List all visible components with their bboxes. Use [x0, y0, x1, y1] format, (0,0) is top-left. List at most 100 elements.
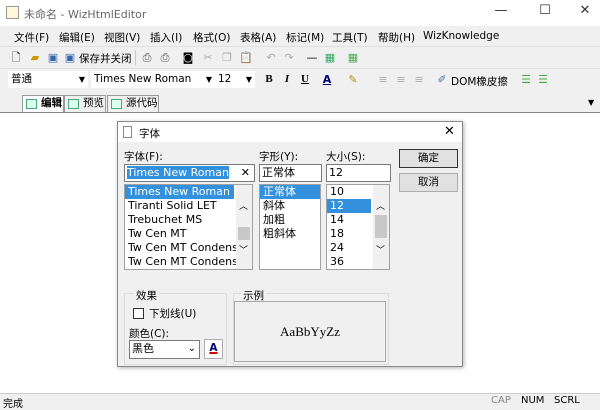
- save-close-button[interactable]: 保存并关闭: [79, 51, 132, 66]
- open-icon[interactable]: ▰: [27, 50, 43, 65]
- font-color-button[interactable]: A: [319, 72, 335, 87]
- list-item[interactable]: Tw Cen MT Condensed: [125, 255, 252, 269]
- scroll-down-icon[interactable]: ﹀: [239, 243, 248, 256]
- color-value: 黑色: [132, 342, 154, 355]
- scroll-down-icon[interactable]: ﹀: [376, 243, 385, 256]
- print-preview-icon[interactable]: ⎙: [157, 50, 173, 65]
- undo-icon[interactable]: ↶: [263, 50, 279, 65]
- toolbar-format: 普通 ▼ Times New Roman ▼ 12 ▼ B I U A ✎ ≡ ≡ ≡…: [0, 68, 600, 92]
- tab-preview[interactable]: 预览: [64, 95, 106, 112]
- cap-indicator: CAP: [491, 395, 511, 406]
- table-icon[interactable]: ▦: [345, 50, 361, 65]
- dom-eraser-icon: ✐: [437, 73, 447, 86]
- color-picker-button[interactable]: A: [204, 339, 223, 359]
- menu-insert[interactable]: 插入(I): [150, 30, 182, 45]
- window-title: 未命名 - WizHtmlEditor: [24, 8, 147, 21]
- ok-button[interactable]: 确定: [399, 149, 458, 168]
- style-input[interactable]: 正常体: [259, 164, 322, 182]
- image-icon[interactable]: ▦: [322, 50, 338, 65]
- font-list-scrollbar[interactable]: ︿ ﹀: [236, 185, 252, 269]
- align-center-icon[interactable]: ≡: [393, 72, 409, 87]
- list-item[interactable]: Tw Cen MT Condensed: [125, 241, 252, 255]
- tab-edit[interactable]: 编辑: [22, 95, 64, 112]
- menu-help[interactable]: 帮助(H): [378, 30, 415, 45]
- style-list[interactable]: 正常体 斜体 加粗 粗斜体: [259, 184, 321, 270]
- list-item[interactable]: Times New Roman: [125, 185, 234, 199]
- chevron-down-icon: ▼: [245, 75, 252, 84]
- list-item[interactable]: 斜体: [260, 199, 320, 213]
- clear-icon[interactable]: ✕: [241, 165, 250, 181]
- font-select[interactable]: Times New Roman ▼: [91, 71, 215, 88]
- italic-button[interactable]: I: [279, 72, 295, 87]
- underline-checkbox[interactable]: [133, 308, 144, 319]
- style-select[interactable]: 普通 ▼: [8, 71, 88, 88]
- menu-wizknowledge[interactable]: WizKnowledge: [423, 30, 499, 42]
- font-input[interactable]: Times New Roman ✕: [124, 164, 255, 182]
- status-bar: 完成 CAP NUM SCRL: [0, 393, 600, 410]
- sample-preview: AaBbYyZz: [234, 301, 386, 362]
- tab-label: 源代码: [126, 97, 158, 109]
- close-button[interactable]: ✕: [570, 3, 600, 23]
- horizontal-line-icon[interactable]: —: [304, 50, 320, 65]
- view-tabs: 编辑 预览 源代码 ▼: [0, 93, 600, 112]
- font-label: 字体(F):: [124, 151, 163, 163]
- dialog-close-button[interactable]: ✕: [444, 124, 455, 139]
- size-list-scrollbar[interactable]: ︿ ﹀: [373, 185, 389, 269]
- effects-label: 效果: [134, 288, 159, 303]
- list-item[interactable]: Tiranti Solid LET: [125, 199, 252, 213]
- style-value: 普通: [11, 73, 32, 85]
- print-icon[interactable]: ⎙: [139, 50, 155, 65]
- menu-view[interactable]: 视图(V): [104, 30, 140, 45]
- menu-file[interactable]: 文件(F): [14, 30, 49, 45]
- list-item[interactable]: Tw Cen MT: [125, 227, 252, 241]
- highlight-icon[interactable]: ✎: [345, 72, 361, 87]
- menu-edit[interactable]: 编辑(E): [59, 30, 95, 45]
- menu-mark[interactable]: 标记(M): [286, 30, 324, 45]
- unordered-list-icon[interactable]: ☰: [535, 72, 551, 87]
- cancel-button[interactable]: 取消: [399, 173, 458, 192]
- size-select[interactable]: 12 ▼: [215, 71, 255, 88]
- list-item[interactable]: 12: [327, 199, 371, 213]
- list-item[interactable]: 粗斜体: [260, 227, 320, 241]
- list-item[interactable]: Trebuchet MS: [125, 213, 252, 227]
- align-right-icon[interactable]: ≡: [411, 72, 427, 87]
- redo-icon[interactable]: ↷: [281, 50, 297, 65]
- save-close-icon[interactable]: ▣: [62, 50, 78, 65]
- scroll-thumb[interactable]: [238, 227, 250, 240]
- bold-button[interactable]: B: [261, 72, 277, 87]
- font-dialog: 字体 ✕ 字体(F): Times New Roman ✕ Times New R…: [117, 121, 463, 367]
- paste-icon[interactable]: 📋: [238, 50, 254, 65]
- font-list[interactable]: Times New Roman Tiranti Solid LET Trebuc…: [124, 184, 253, 270]
- source-icon: [111, 99, 122, 109]
- minimize-button[interactable]: —: [486, 3, 516, 23]
- size-input[interactable]: 12: [326, 164, 391, 182]
- scroll-thumb[interactable]: [375, 215, 387, 238]
- menu-format[interactable]: 格式(O): [193, 30, 230, 45]
- scroll-up-icon[interactable]: ︿: [376, 199, 385, 212]
- num-indicator: NUM: [521, 395, 545, 406]
- new-icon[interactable]: 🗋: [8, 50, 24, 65]
- tabs-dropdown-icon[interactable]: ▼: [588, 98, 594, 107]
- save-icon[interactable]: ▣: [45, 50, 61, 65]
- size-list[interactable]: 10 12 14 18 24 36 ︿ ﹀: [326, 184, 390, 270]
- toolbar-main: 🗋 ▰ ▣ ▣ 保存并关闭 ⎙ ⎙ ◙ ✂ ❐ 📋 ↶ ↷ — ▦ ▦: [0, 46, 600, 67]
- style-label: 字形(Y):: [259, 151, 299, 163]
- chevron-down-icon: ▼: [205, 75, 212, 84]
- maximize-button[interactable]: ☐: [530, 3, 560, 23]
- list-item[interactable]: 加粗: [260, 213, 320, 227]
- color-select[interactable]: 黑色 ⌄: [129, 340, 200, 359]
- cut-icon[interactable]: ✂: [200, 50, 216, 65]
- edit-icon: [26, 99, 37, 109]
- align-left-icon[interactable]: ≡: [375, 72, 391, 87]
- copy-icon[interactable]: ❐: [219, 50, 235, 65]
- list-item[interactable]: 正常体: [260, 185, 320, 199]
- ordered-list-icon[interactable]: ☰: [518, 72, 534, 87]
- dom-eraser-button[interactable]: DOM橡皮擦: [451, 74, 508, 89]
- tab-source[interactable]: 源代码: [107, 95, 159, 112]
- menu-tools[interactable]: 工具(T): [332, 30, 368, 45]
- menu-table[interactable]: 表格(A): [240, 30, 276, 45]
- underline-button[interactable]: U: [297, 72, 313, 87]
- find-icon[interactable]: ◙: [180, 50, 196, 65]
- underline-label: 下划线(U): [149, 308, 197, 320]
- scroll-up-icon[interactable]: ︿: [239, 199, 248, 212]
